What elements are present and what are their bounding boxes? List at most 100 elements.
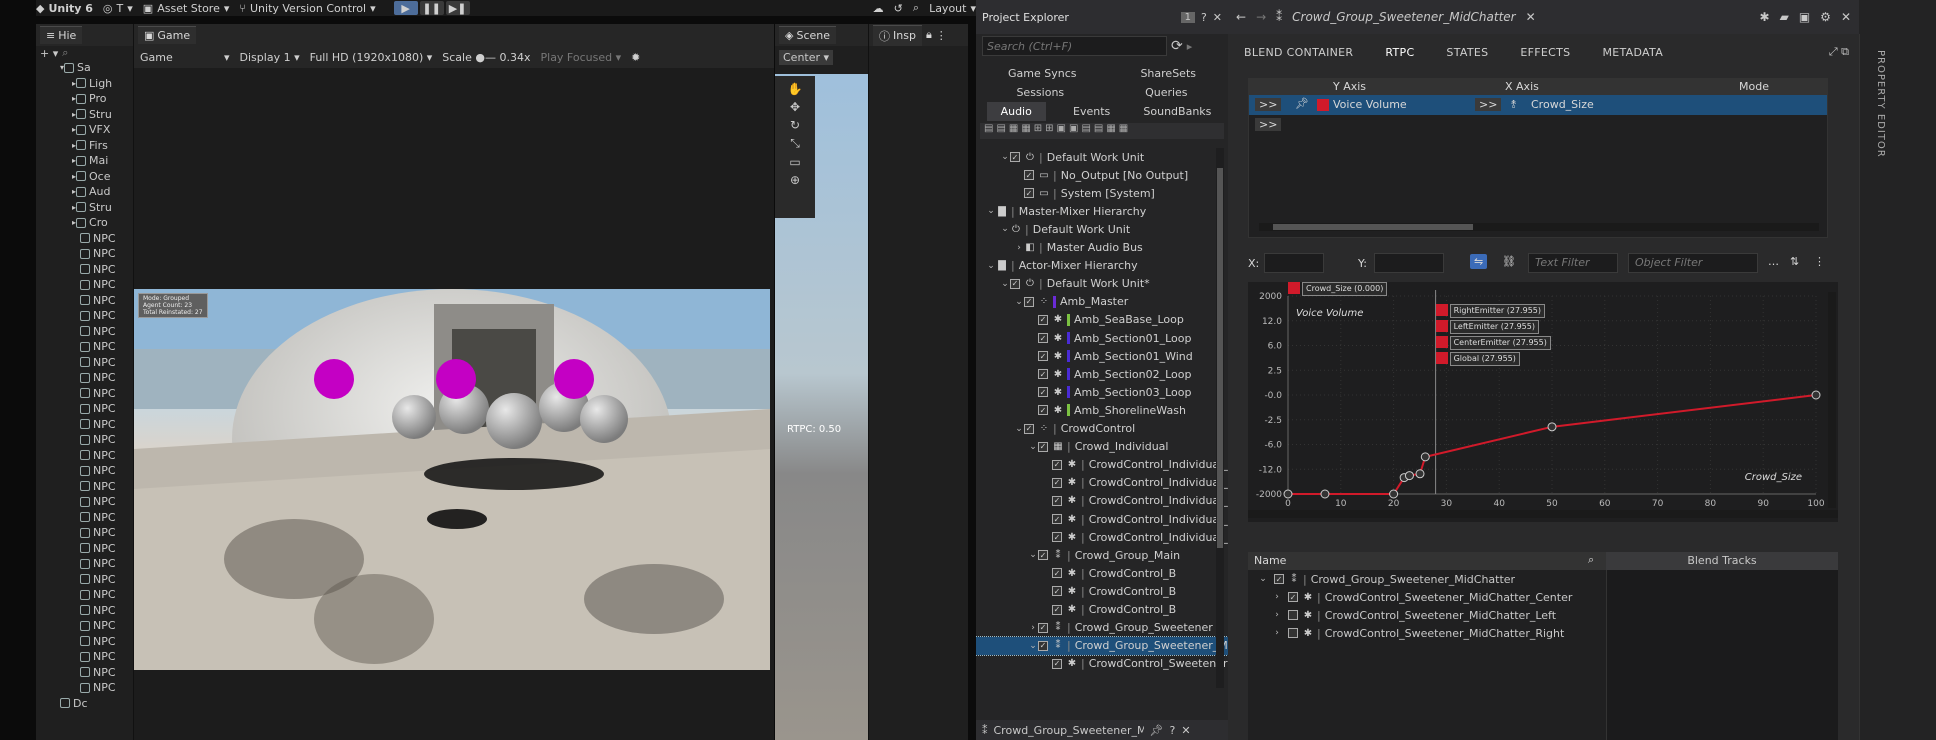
hierarchy-item[interactable]: NPC	[42, 448, 133, 464]
tree-item[interactable]: ✓ ✱ | CrowdControl_B	[976, 582, 1228, 600]
hierarchy-item[interactable]: ▾ Sa	[42, 60, 133, 76]
hierarchy-item[interactable]: NPC	[42, 401, 133, 417]
hierarchy-item[interactable]: ▸ Oce	[42, 169, 133, 185]
tab-blend-container[interactable]: BLEND CONTAINER	[1228, 46, 1369, 59]
tab-events[interactable]: Events	[1067, 102, 1116, 121]
include-checkbox[interactable]: ✓	[1038, 441, 1048, 452]
rtpc-hscrollbar[interactable]	[1259, 223, 1819, 231]
hierarchy-item[interactable]: NPC	[42, 587, 133, 603]
hierarchy-item[interactable]: NPC	[42, 525, 133, 541]
include-checkbox[interactable]: ✓	[1038, 640, 1048, 651]
hierarchy-item[interactable]: NPC	[42, 634, 133, 650]
resolution-dropdown[interactable]: Full HD (1920x1080) ▾	[310, 51, 433, 64]
tree-item[interactable]: ✓ ✱ Amb_Section01_Wind	[976, 347, 1228, 365]
include-checkbox[interactable]: ✓	[1038, 387, 1048, 398]
expand-arrow-icon[interactable]: ⌄	[1014, 297, 1024, 307]
tree-item[interactable]: ✓ ✱ | CrowdControl_B	[976, 564, 1228, 582]
text-filter-input[interactable]: Text Filter	[1528, 253, 1618, 273]
hierarchy-item[interactable]: NPC	[42, 665, 133, 681]
include-checkbox[interactable]: ✓	[1010, 152, 1020, 162]
y-coord-field[interactable]	[1374, 253, 1444, 273]
expand-arrow-icon[interactable]: ›	[1272, 592, 1282, 602]
step-button[interactable]: ▶❚	[445, 1, 470, 15]
tree-item[interactable]: › ◧ | Master Audio Bus	[976, 239, 1228, 257]
pivot-dropdown[interactable]: Center ▾	[775, 46, 868, 68]
hierarchy-item[interactable]: NPC	[42, 432, 133, 448]
tree-item[interactable]: ✓ ✱ Amb_Section02_Loop	[976, 365, 1228, 383]
tree-item[interactable]: ⌄ ▇ | Actor-Mixer Hierarchy	[976, 257, 1228, 275]
star-icon[interactable]: ✱	[1760, 10, 1770, 24]
enable-checkbox[interactable]: ✓	[1288, 592, 1298, 602]
include-checkbox[interactable]: ✓	[1024, 296, 1034, 307]
include-checkbox[interactable]: ✓	[1010, 278, 1020, 289]
tab-sessions[interactable]: Sessions	[1010, 83, 1070, 102]
search-icon[interactable]: ⌕	[1588, 553, 1594, 567]
hierarchy-item[interactable]: NPC	[42, 556, 133, 572]
play-button[interactable]: ▶	[393, 1, 418, 15]
folder-icon[interactable]: ▰	[1780, 10, 1789, 24]
hierarchy-item[interactable]: NPC	[42, 618, 133, 634]
chain-icon[interactable]: ⛓︎	[1502, 255, 1516, 268]
transform-tool-icon[interactable]: ⊕	[790, 173, 800, 187]
hierarchy-item[interactable]: ▸ Stru	[42, 107, 133, 123]
add-rtpc-button[interactable]: >>	[1255, 118, 1282, 131]
blend-row[interactable]: › ✱ | CrowdControl_Sweetener_MidChatter_Rig…	[1248, 624, 1588, 642]
scale-tool-icon[interactable]: ⤡	[790, 136, 800, 151]
tab-inspector[interactable]: ⓘ Insp	[873, 24, 922, 46]
tree-scrollbar[interactable]	[1216, 148, 1224, 688]
help-icon[interactable]: ?	[1201, 11, 1207, 24]
hierarchy-item[interactable]: NPC	[42, 649, 133, 665]
expand-icon[interactable]: ⤢ ⧉	[1829, 45, 1849, 59]
display-dropdown[interactable]: Display 1 ▾	[240, 51, 300, 64]
pause-button[interactable]: ❚❚	[419, 1, 444, 15]
hierarchy-item[interactable]: NPC	[42, 339, 133, 355]
settings-icon[interactable]: ✹	[631, 51, 640, 64]
add-icon[interactable]: + ▾	[40, 47, 58, 60]
y-axis-picker-button[interactable]: >>	[1255, 98, 1282, 111]
tree-item[interactable]: ✓ ✱ | CrowdControl_Sweetener	[976, 655, 1228, 673]
hierarchy-item[interactable]: NPC	[42, 510, 133, 526]
search-icon[interactable]: ⌕	[913, 1, 919, 15]
expand-arrow-icon[interactable]: ⌄	[1014, 424, 1024, 434]
include-checkbox[interactable]: ✓	[1052, 586, 1062, 597]
tree-item[interactable]: ✓ ✱ | CrowdControl_Individual_2	[976, 474, 1228, 492]
include-checkbox[interactable]: ✓	[1052, 459, 1062, 470]
tab-metadata[interactable]: METADATA	[1586, 46, 1679, 59]
hierarchy-item[interactable]: ▸ VFX	[42, 122, 133, 138]
asset-store-button[interactable]: ▣ Asset Store ▾	[143, 2, 230, 15]
hierarchy-item[interactable]: ▸ Pro	[42, 91, 133, 107]
expand-arrow-icon[interactable]: ⌄	[1028, 641, 1038, 651]
blend-row[interactable]: › ✱ | CrowdControl_Sweetener_MidChatter_Lef…	[1248, 606, 1588, 624]
include-checkbox[interactable]: ✓	[1038, 405, 1048, 416]
blend-tracks-area[interactable]	[1606, 570, 1838, 740]
account-button[interactable]: ◎ T ▾	[103, 2, 133, 15]
expand-arrow-icon[interactable]: ⌄	[986, 206, 996, 216]
blend-row[interactable]: › ✓ ✱ | CrowdControl_Sweetener_MidChatter_Ce…	[1248, 588, 1588, 606]
history-icon[interactable]: ↺	[894, 2, 903, 15]
project-explorer-count[interactable]: 1	[1180, 11, 1195, 23]
hierarchy-item[interactable]: NPC	[42, 231, 133, 247]
x-coord-field[interactable]	[1264, 253, 1324, 273]
expand-arrow-icon[interactable]: ›	[1272, 610, 1282, 620]
tree-item[interactable]: ✓ ▭ | System [System]	[976, 184, 1228, 202]
hierarchy-item[interactable]: ▸ Aud	[42, 184, 133, 200]
curve-point[interactable]	[1389, 489, 1399, 499]
include-checkbox[interactable]: ✓	[1052, 604, 1062, 615]
search-input[interactable]	[982, 36, 1167, 56]
game-viewport[interactable]: Mode: Grouped Agent Count: 23 Total Rein…	[134, 289, 770, 670]
scale-slider[interactable]: Scale ●— 0.34x	[442, 51, 530, 64]
curve-point[interactable]	[1283, 489, 1293, 499]
include-checkbox[interactable]: ✓	[1052, 568, 1062, 579]
tree-item[interactable]: ✓ ✱ Amb_ShorelineWash	[976, 401, 1228, 419]
expand-arrow-icon[interactable]: ⌄	[1258, 574, 1268, 584]
hierarchy-item[interactable]: ▸ Stru	[42, 200, 133, 216]
tree-item[interactable]: ✓ ✱ | CrowdControl_Individual_1	[976, 456, 1228, 474]
tree-item[interactable]: ✓ ✱ Amb_Section03_Loop	[976, 383, 1228, 401]
curve-point[interactable]	[1420, 452, 1430, 462]
explorer-toolbar[interactable]: ▤▤▦▦⊞⊞▣▣▤▤▦▦	[980, 123, 1224, 139]
include-checkbox[interactable]: ✓	[1038, 333, 1048, 343]
tab-rtpc[interactable]: RTPC	[1369, 46, 1430, 59]
hierarchy-item[interactable]: NPC	[42, 572, 133, 588]
hierarchy-item[interactable]: NPC	[42, 308, 133, 324]
hierarchy-item[interactable]: NPC	[42, 463, 133, 479]
